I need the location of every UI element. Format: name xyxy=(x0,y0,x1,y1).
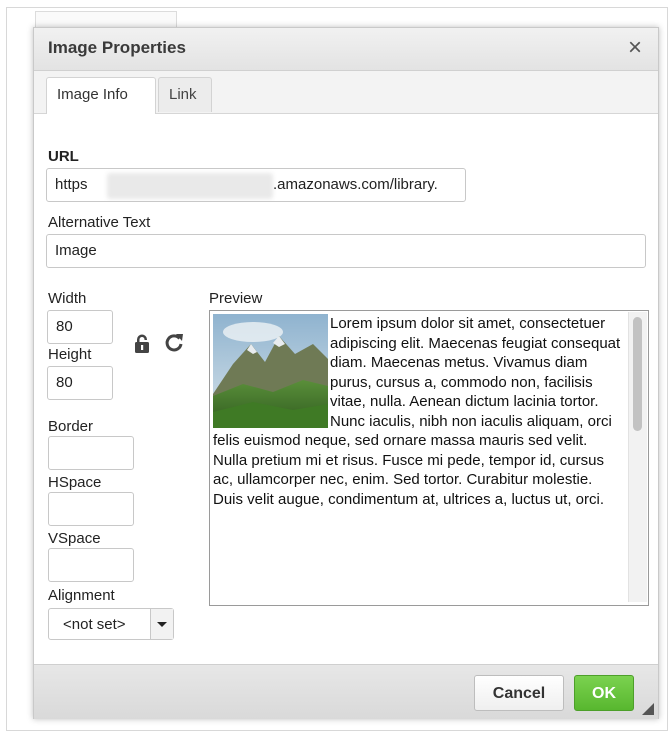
url-prefix: https xyxy=(55,176,88,193)
hspace-label: HSpace xyxy=(48,474,102,491)
width-input[interactable]: 80 xyxy=(47,310,113,344)
dialog-titlebar[interactable]: Image Properties × xyxy=(34,28,658,71)
border-input[interactable] xyxy=(48,436,134,470)
scrollbar-thumb[interactable] xyxy=(633,317,642,431)
tab-link[interactable]: Link xyxy=(158,77,212,112)
ok-button[interactable]: OK xyxy=(574,675,634,711)
url-label: URL xyxy=(48,148,79,165)
url-input[interactable]: https .amazonaws.com/library. xyxy=(46,168,466,202)
url-suffix: .amazonaws.com/library. xyxy=(273,176,438,193)
height-label: Height xyxy=(48,346,92,363)
preview-scrollbar[interactable] xyxy=(628,312,647,602)
redacted-url-segment xyxy=(107,173,273,199)
vspace-label: VSpace xyxy=(48,530,101,547)
mountain-landscape-image xyxy=(213,314,328,428)
preview-content: Lorem ipsum dolor sit amet, consectetuer… xyxy=(213,314,621,509)
tab-image-info[interactable]: Image Info xyxy=(46,77,156,114)
height-input[interactable]: 80 xyxy=(47,366,113,400)
alignment-select[interactable]: <not set> xyxy=(48,608,174,640)
reset-size-icon[interactable] xyxy=(164,332,184,354)
preview-pane[interactable]: Lorem ipsum dolor sit amet, consectetuer… xyxy=(209,310,649,606)
dialog-title: Image Properties xyxy=(48,38,186,57)
chevron-down-icon[interactable] xyxy=(150,609,173,639)
width-label: Width xyxy=(48,290,87,307)
preview-label: Preview xyxy=(209,290,263,307)
image-properties-dialog: Image Properties × Image Info Link URL h… xyxy=(33,27,659,719)
alt-text-label: Alternative Text xyxy=(48,214,151,231)
cancel-button[interactable]: Cancel xyxy=(474,675,564,711)
resize-handle-icon[interactable] xyxy=(642,703,654,715)
border-label: Border xyxy=(48,418,94,435)
lock-icon[interactable] xyxy=(133,334,151,354)
tab-bar: Image Info Link xyxy=(34,71,658,114)
alignment-label: Alignment xyxy=(48,587,115,604)
dialog-footer: Cancel OK xyxy=(34,664,658,719)
hspace-input[interactable] xyxy=(48,492,134,526)
close-icon[interactable]: × xyxy=(622,34,648,62)
alt-text-input[interactable]: Image xyxy=(46,234,646,268)
vspace-input[interactable] xyxy=(48,548,134,582)
alignment-value: <not set> xyxy=(63,616,126,633)
